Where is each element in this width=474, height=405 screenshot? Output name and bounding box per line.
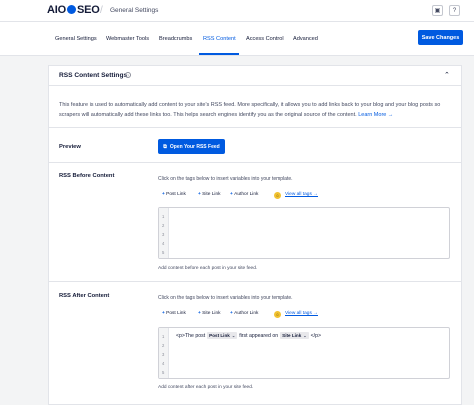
divider [49,281,461,282]
before-view-all-tags-link[interactable]: View all tags → [285,192,318,197]
page-title: General Settings [110,7,159,14]
active-tab-indicator [199,53,239,55]
line-number: 3 [162,232,165,237]
divider [49,127,461,128]
logo-text-right: SEO [76,4,100,16]
after-tag-post-link[interactable]: + Post Link [162,311,186,316]
tab-access-control[interactable]: Access Control [246,36,284,42]
question-icon[interactable]: ? [125,72,131,78]
open-rss-feed-label: Open Your RSS Feed [169,143,220,150]
line-number: 5 [162,250,165,255]
logo-gear-icon [66,5,76,14]
aioseo-logo: AIO SEO [47,4,100,16]
line-number-gutter: 1 2 3 4 5 [159,328,169,378]
before-tag-author-link[interactable]: + Author Link [230,192,258,197]
open-rss-feed-button[interactable]: ⧉ Open Your RSS Feed [158,139,225,154]
save-changes-button[interactable]: Save Changes [418,30,463,45]
after-tags-hint: Click on the tags below to insert variab… [158,295,293,301]
code-line: <p>The post Post Link ⌄ first appeared on… [176,332,321,339]
after-view-all-tags-link[interactable]: View all tags → [285,311,318,316]
site-link-chip[interactable]: Site Link ⌄ [280,332,309,339]
line-number: 2 [162,343,165,348]
before-tag-site-link[interactable]: + Site Link [198,192,221,197]
tab-advanced[interactable]: Advanced [293,36,318,42]
code-text: </p> [310,332,322,339]
logo-text-left: AIO [47,4,66,16]
post-link-chip[interactable]: Post Link ⌄ [207,332,238,339]
tab-breadcrumbs[interactable]: Breadcrumbs [159,36,192,42]
before-help-text: Add content before each post in your sit… [158,266,258,271]
line-number: 4 [162,241,165,246]
tab-rss-content[interactable]: RSS Content [203,36,236,42]
line-number: 2 [162,223,165,228]
rss-after-label: RSS After Content [59,293,110,299]
tab-general-settings[interactable]: General Settings [55,36,97,42]
rss-after-editor[interactable]: 1 2 3 4 5 <p>The post Post Link ⌄ first a… [158,327,450,379]
chevron-down-icon: ⌄ [231,333,236,338]
notifications-icon[interactable]: ▣ [432,5,443,16]
help-icon[interactable]: ? [449,5,460,16]
after-tag-author-link[interactable]: + Author Link [230,311,258,316]
divider [49,162,461,163]
line-number: 1 [162,214,165,219]
line-number: 3 [162,352,165,357]
card-title: RSS Content Settings [59,72,128,79]
line-number-gutter: 1 2 3 4 5 [159,208,169,258]
before-tags-hint: Click on the tags below to insert variab… [158,176,293,182]
tab-bar: General Settings Webmaster Tools Breadcr… [0,22,474,56]
tab-webmaster-tools[interactable]: Webmaster Tools [106,36,149,42]
external-link-icon: ⧉ [163,143,167,150]
line-number: 5 [162,370,165,375]
code-text: <p>The post [176,332,206,339]
card-header[interactable]: RSS Content Settings ? ⌃ [49,66,461,86]
rss-before-label: RSS Before Content [59,173,115,179]
learn-more-link[interactable]: Learn More → [358,112,393,118]
rss-before-editor[interactable]: 1 2 3 4 5 [158,207,450,259]
before-tag-post-link[interactable]: + Post Link [162,192,186,197]
card-description: This feature is used to automatically ad… [59,100,455,120]
after-help-text: Add content after each post in your site… [158,385,254,390]
chevron-down-icon: ⌄ [303,333,307,338]
emoji-picker-icon[interactable]: ☺ [274,311,281,318]
emoji-picker-icon[interactable]: ☺ [274,192,281,199]
line-number: 4 [162,361,165,366]
preview-label: Preview [59,144,81,150]
code-text: first appeared on [239,332,279,339]
line-number: 1 [162,334,165,339]
rss-content-settings-card: RSS Content Settings ? ⌃ This feature is… [48,65,462,405]
after-tag-site-link[interactable]: + Site Link [198,311,221,316]
top-header: AIO SEO / General Settings ▣ ? [0,0,474,22]
chevron-up-icon[interactable]: ⌃ [444,71,450,79]
header-separator: / [100,5,103,16]
